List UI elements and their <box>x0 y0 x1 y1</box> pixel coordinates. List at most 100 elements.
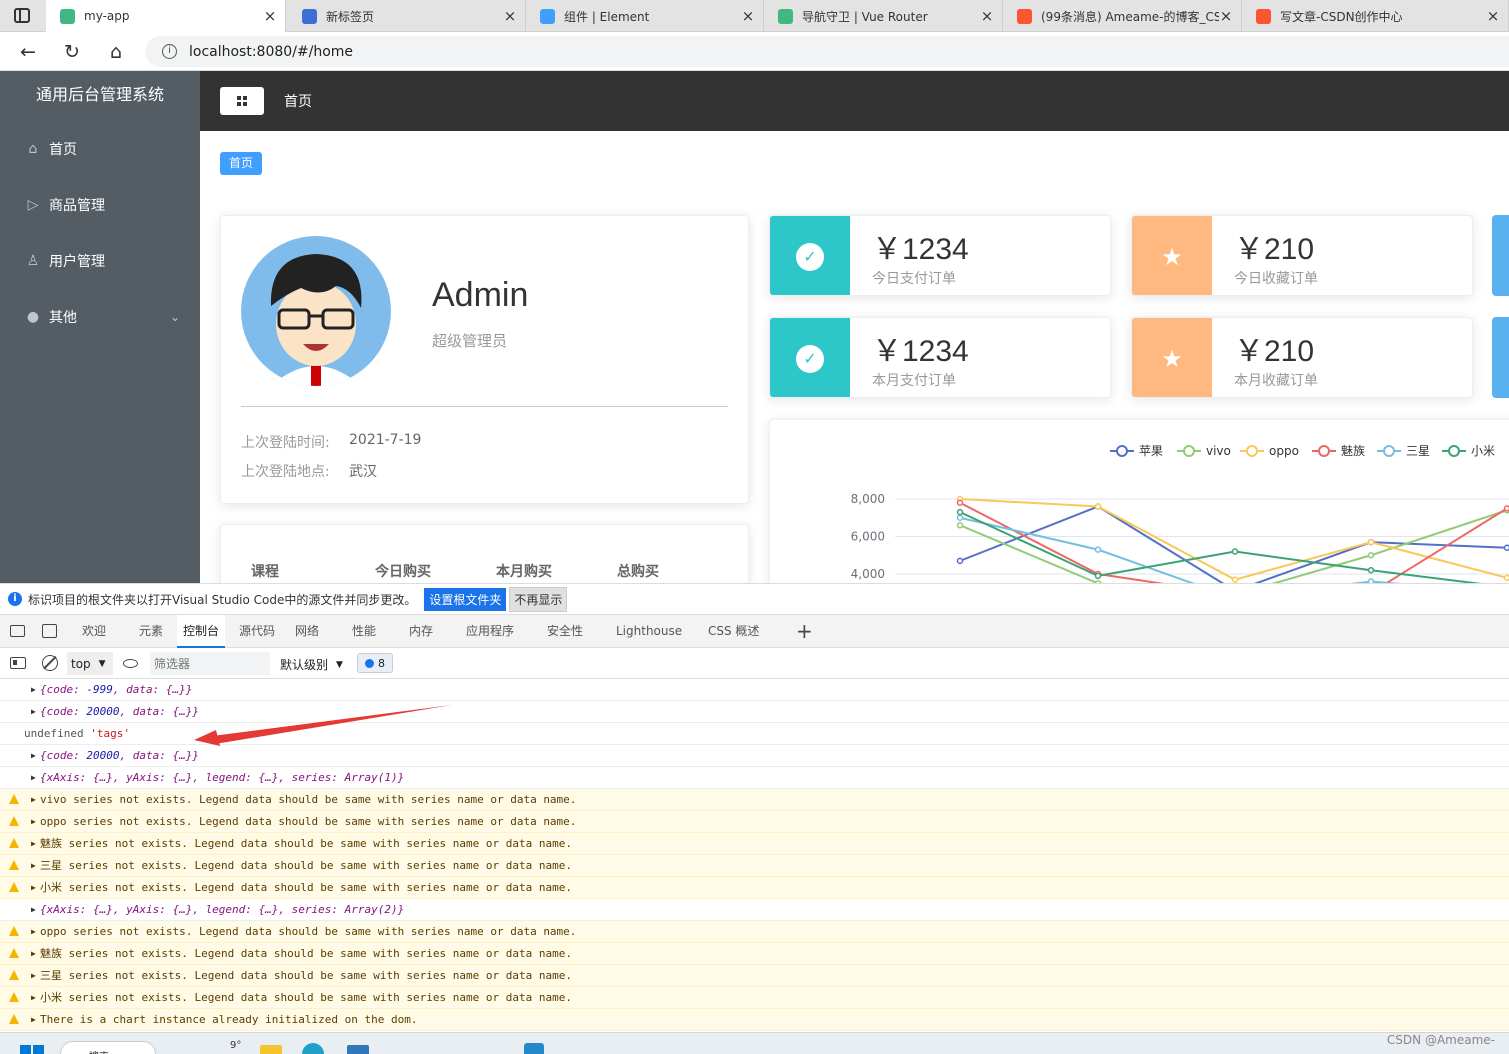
legend-item[interactable]: oppo <box>1240 444 1299 458</box>
data-point[interactable] <box>1231 548 1239 555</box>
chevron-down-icon[interactable]: ⌄ <box>170 310 180 324</box>
data-point[interactable] <box>1094 572 1102 580</box>
devtools-tab[interactable]: 元素 <box>139 615 163 648</box>
devtools-tab[interactable]: 网络 <box>295 615 319 648</box>
expand-triangle-icon[interactable]: ▶ <box>31 921 36 943</box>
weather-badge[interactable]: 9° <box>230 1040 241 1051</box>
expand-triangle-icon[interactable]: ▶ <box>31 1009 36 1031</box>
home-button[interactable]: ⌂ <box>102 38 130 66</box>
legend-item[interactable]: 苹果 <box>1110 444 1163 458</box>
data-point[interactable] <box>1503 544 1509 551</box>
devtools-tab[interactable]: 源代码 <box>239 615 275 648</box>
file-explorer-icon[interactable] <box>260 1045 282 1054</box>
data-point[interactable] <box>956 522 964 529</box>
expand-triangle-icon[interactable]: ▶ <box>31 943 36 965</box>
browser-tab[interactable]: 导航守卫 | Vue Router × <box>764 0 1003 32</box>
taskbar-search[interactable]: 搜索 <box>60 1041 156 1054</box>
data-point[interactable] <box>1231 576 1239 583</box>
clear-console-icon[interactable] <box>42 655 58 671</box>
sidebar-item-3[interactable]: ● 其他 ⌄ <box>0 289 200 345</box>
expand-triangle-icon[interactable]: ▶ <box>31 811 36 833</box>
browser-tab[interactable]: 组件 | Element × <box>526 0 764 32</box>
console-message[interactable]: ▶ {xAxis: {…}, yAxis: {…}, legend: {…}, s… <box>0 899 1509 921</box>
expand-triangle-icon[interactable]: ▶ <box>31 701 36 723</box>
expand-triangle-icon[interactable]: ▶ <box>31 877 36 899</box>
add-tab-icon[interactable]: + <box>796 619 813 643</box>
back-button[interactable]: ← <box>14 38 42 66</box>
console-warning[interactable]: ▶ 小米 series not exists. Legend data shoul… <box>0 877 1509 899</box>
devtools-tab[interactable]: 性能 <box>352 615 376 648</box>
sidebar-item-0[interactable]: ⌂ 首页 <box>0 121 200 177</box>
devtools-tab[interactable]: 内存 <box>409 615 433 648</box>
data-point[interactable] <box>1367 538 1375 546</box>
expand-triangle-icon[interactable]: ▶ <box>31 965 36 987</box>
console-warning[interactable]: ▶ 三星 series not exists. Legend data shoul… <box>0 855 1509 877</box>
legend-item[interactable]: 小米 <box>1442 444 1495 458</box>
browser-tab[interactable]: my-app × <box>46 0 286 32</box>
console-warning[interactable]: ▶ 三星 series not exists. Legend data shoul… <box>0 965 1509 987</box>
console-warning[interactable]: ▶ oppo series not exists. Legend data sho… <box>0 811 1509 833</box>
url-text[interactable]: localhost:8080/#/home <box>189 44 353 60</box>
devtools-tab[interactable]: CSS 概述 <box>708 615 759 648</box>
close-icon[interactable]: × <box>263 7 277 25</box>
set-root-folder-button[interactable]: 设置根文件夹 <box>424 587 507 611</box>
refresh-button[interactable]: ↻ <box>58 38 86 66</box>
expand-triangle-icon[interactable]: ▶ <box>31 745 36 767</box>
sidebar-toggle-icon[interactable] <box>10 657 26 669</box>
dont-show-again-button[interactable]: 不再显示 <box>509 586 568 612</box>
expand-triangle-icon[interactable]: ▶ <box>31 767 36 789</box>
filter-input[interactable] <box>150 652 270 675</box>
console-warning[interactable]: ▶ oppo series not exists. Legend data sho… <box>0 921 1509 943</box>
info-icon[interactable]: i <box>162 44 177 59</box>
issues-badge[interactable]: 8 <box>357 653 393 673</box>
console-warning[interactable]: ▶ vivo series not exists. Legend data sho… <box>0 789 1509 811</box>
edge-icon[interactable] <box>302 1043 324 1054</box>
close-icon[interactable]: × <box>741 7 755 25</box>
console-warning[interactable]: ▶ There is a chart instance already initi… <box>0 1009 1509 1031</box>
expand-triangle-icon[interactable]: ▶ <box>31 679 36 701</box>
legend-item[interactable]: 三星 <box>1377 444 1430 458</box>
device-toolbar-icon[interactable] <box>42 624 57 638</box>
close-icon[interactable]: × <box>1219 7 1233 25</box>
expand-triangle-icon[interactable]: ▶ <box>31 987 36 1009</box>
legend-item[interactable]: vivo <box>1177 444 1231 458</box>
start-icon[interactable] <box>20 1045 44 1054</box>
console-message[interactable]: ▶ {code: -999, data: {…}} <box>0 679 1509 701</box>
vscode-icon[interactable] <box>524 1043 544 1054</box>
data-point[interactable] <box>1367 567 1375 574</box>
data-point[interactable] <box>1094 546 1102 553</box>
console-warning[interactable]: ▶ 小米 series not exists. Legend data shoul… <box>0 987 1509 1009</box>
context-select[interactable]: top ▼ <box>67 652 113 675</box>
sidebar-item-1[interactable]: ▷ 商品管理 <box>0 177 200 233</box>
sidebar-toggle-icon[interactable] <box>14 8 30 23</box>
data-point[interactable] <box>1367 552 1375 559</box>
data-point[interactable] <box>956 514 964 521</box>
menu-collapse-button[interactable] <box>220 87 264 115</box>
url-field[interactable]: i localhost:8080/#/home <box>145 36 1509 67</box>
expand-triangle-icon[interactable]: ▶ <box>31 833 36 855</box>
legend-item[interactable]: 魅族 <box>1312 443 1365 458</box>
data-point[interactable] <box>1503 505 1509 512</box>
inspect-icon[interactable] <box>10 625 25 637</box>
browser-tab[interactable]: 新标签页 × <box>288 0 526 32</box>
eye-icon[interactable] <box>123 659 138 668</box>
console-warning[interactable]: ▶ 魅族 series not exists. Legend data shoul… <box>0 833 1509 855</box>
sidebar-item-2[interactable]: ♙ 用户管理 <box>0 233 200 289</box>
data-point[interactable] <box>1094 503 1102 510</box>
devtools-tab[interactable]: 欢迎 <box>82 615 106 648</box>
data-point[interactable] <box>1503 574 1509 581</box>
data-point[interactable] <box>956 557 964 565</box>
data-point[interactable] <box>956 508 964 516</box>
browser-tab[interactable]: 写文章-CSDN创作中心 × <box>1242 0 1509 32</box>
console-message[interactable]: ▶ {xAxis: {…}, yAxis: {…}, legend: {…}, s… <box>0 767 1509 789</box>
close-icon[interactable]: × <box>503 7 517 25</box>
data-point[interactable] <box>956 499 964 506</box>
expand-triangle-icon[interactable]: ▶ <box>31 855 36 877</box>
store-icon[interactable] <box>347 1045 369 1054</box>
devtools-tab[interactable]: 应用程序 <box>466 615 514 648</box>
level-select[interactable]: 默认级别 ▼ <box>280 656 343 673</box>
devtools-tab[interactable]: 控制台 <box>177 615 226 648</box>
console-warning[interactable]: ▶ 魅族 series not exists. Legend data shoul… <box>0 943 1509 965</box>
devtools-tab[interactable]: Lighthouse <box>616 615 682 648</box>
close-icon[interactable]: × <box>980 7 994 25</box>
